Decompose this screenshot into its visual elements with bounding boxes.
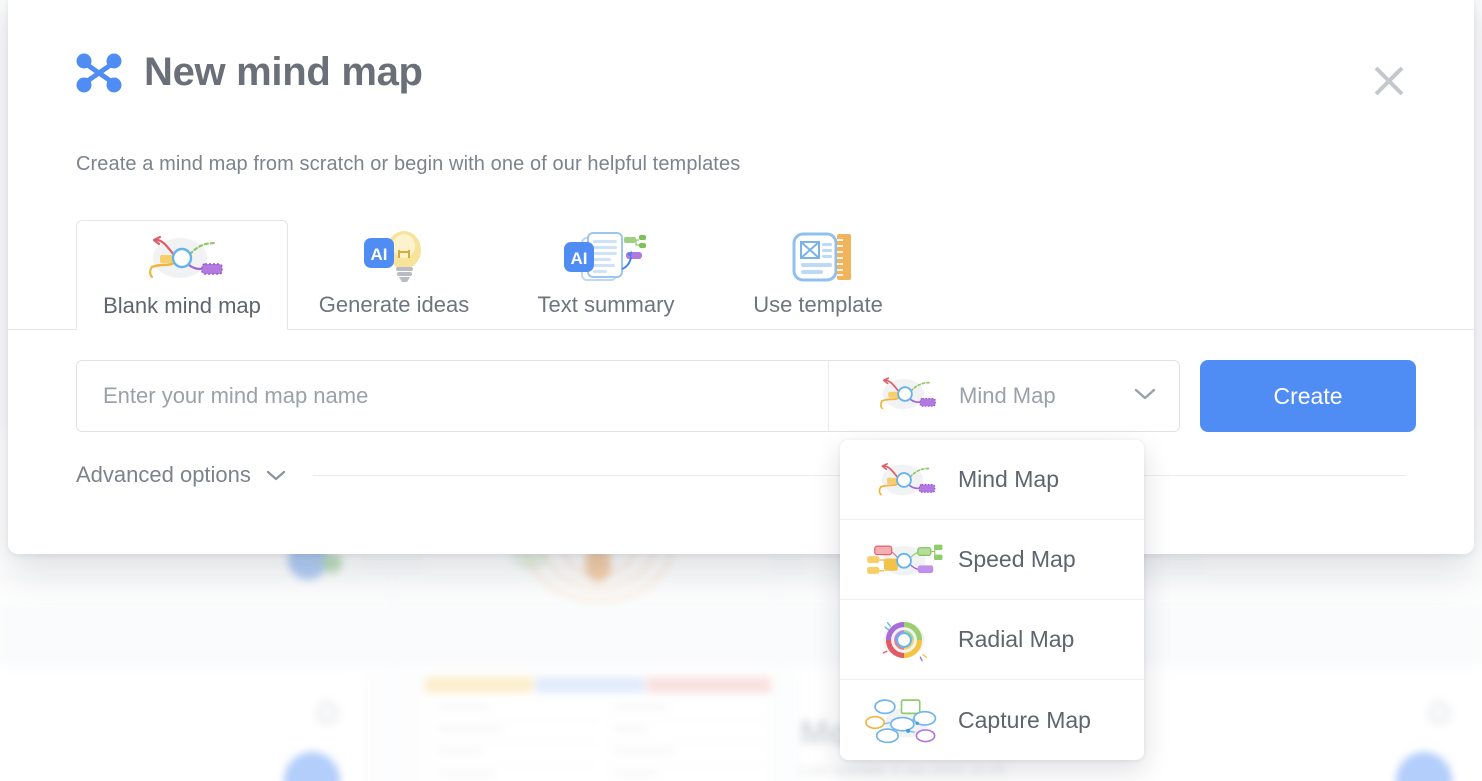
dialog-header: New mind map xyxy=(76,50,423,95)
dialog-subtitle: Create a mind map from scratch or begin … xyxy=(76,153,741,175)
radial-map-icon xyxy=(868,614,940,666)
ai-lightbulb-icon: AI xyxy=(352,226,436,288)
dropdown-option-label: Speed Map xyxy=(958,546,1076,572)
create-button[interactable]: Create xyxy=(1200,360,1416,432)
tab-label: Generate ideas xyxy=(318,292,470,317)
speed-map-icon xyxy=(867,534,943,586)
dropdown-option-label: Radial Map xyxy=(958,626,1075,652)
app-root: ⚙ Mo Last opened: 4 Jun 20 xyxy=(0,0,1482,781)
tab-text-summary[interactable]: AI Text summary xyxy=(500,220,712,330)
dropdown-option-label: Capture Map xyxy=(958,706,1091,733)
dropdown-option-label: Mind Map xyxy=(958,466,1059,492)
map-type-dropdown: Mind Map Speed Map Radial Map Capture Ma… xyxy=(840,440,1144,760)
advanced-options-row: Advanced options xyxy=(76,462,1406,488)
map-type-value: Mind Map xyxy=(959,383,1056,408)
dropdown-option-mind-map[interactable]: Mind Map xyxy=(840,440,1144,520)
tab-generate-ideas[interactable]: AI Generate ideas xyxy=(288,220,500,330)
create-form: Mind Map Create xyxy=(76,360,1416,432)
tab-label: Text summary xyxy=(537,292,675,317)
chevron-down-icon xyxy=(1133,386,1157,407)
svg-text:AI: AI xyxy=(571,249,588,268)
svg-text:AI: AI xyxy=(371,245,388,264)
template-tabs: Blank mind map AI Generate ideas AI Text… xyxy=(8,220,1474,330)
close-button[interactable] xyxy=(1362,54,1416,108)
blank-mind-map-icon xyxy=(130,227,234,289)
template-ruler-icon xyxy=(776,226,860,288)
chevron-down-icon[interactable] xyxy=(265,468,287,482)
mind-map-name-input[interactable] xyxy=(76,360,828,432)
dropdown-option-radial-map[interactable]: Radial Map xyxy=(840,600,1144,680)
page-title: New mind map xyxy=(144,50,423,94)
map-type-select[interactable]: Mind Map xyxy=(828,360,1180,432)
tab-label: Blank mind map xyxy=(103,293,261,318)
tab-use-template[interactable]: Use template xyxy=(712,220,924,330)
mind-map-icon xyxy=(868,454,940,506)
capture-map-icon xyxy=(865,694,940,746)
dropdown-option-capture-map[interactable]: Capture Map xyxy=(840,680,1144,760)
advanced-options-label[interactable]: Advanced options xyxy=(76,462,251,488)
close-icon xyxy=(1371,63,1407,99)
dropdown-option-speed-map[interactable]: Speed Map xyxy=(840,520,1144,600)
mindmap-logo-icon xyxy=(76,51,122,95)
new-mind-map-dialog: New mind map Create a mind map from scra… xyxy=(8,0,1474,554)
tab-label: Use template xyxy=(753,292,883,317)
mind-map-icon xyxy=(865,372,945,421)
tab-blank-mind-map[interactable]: Blank mind map xyxy=(76,220,288,330)
ai-document-icon: AI xyxy=(560,226,652,288)
